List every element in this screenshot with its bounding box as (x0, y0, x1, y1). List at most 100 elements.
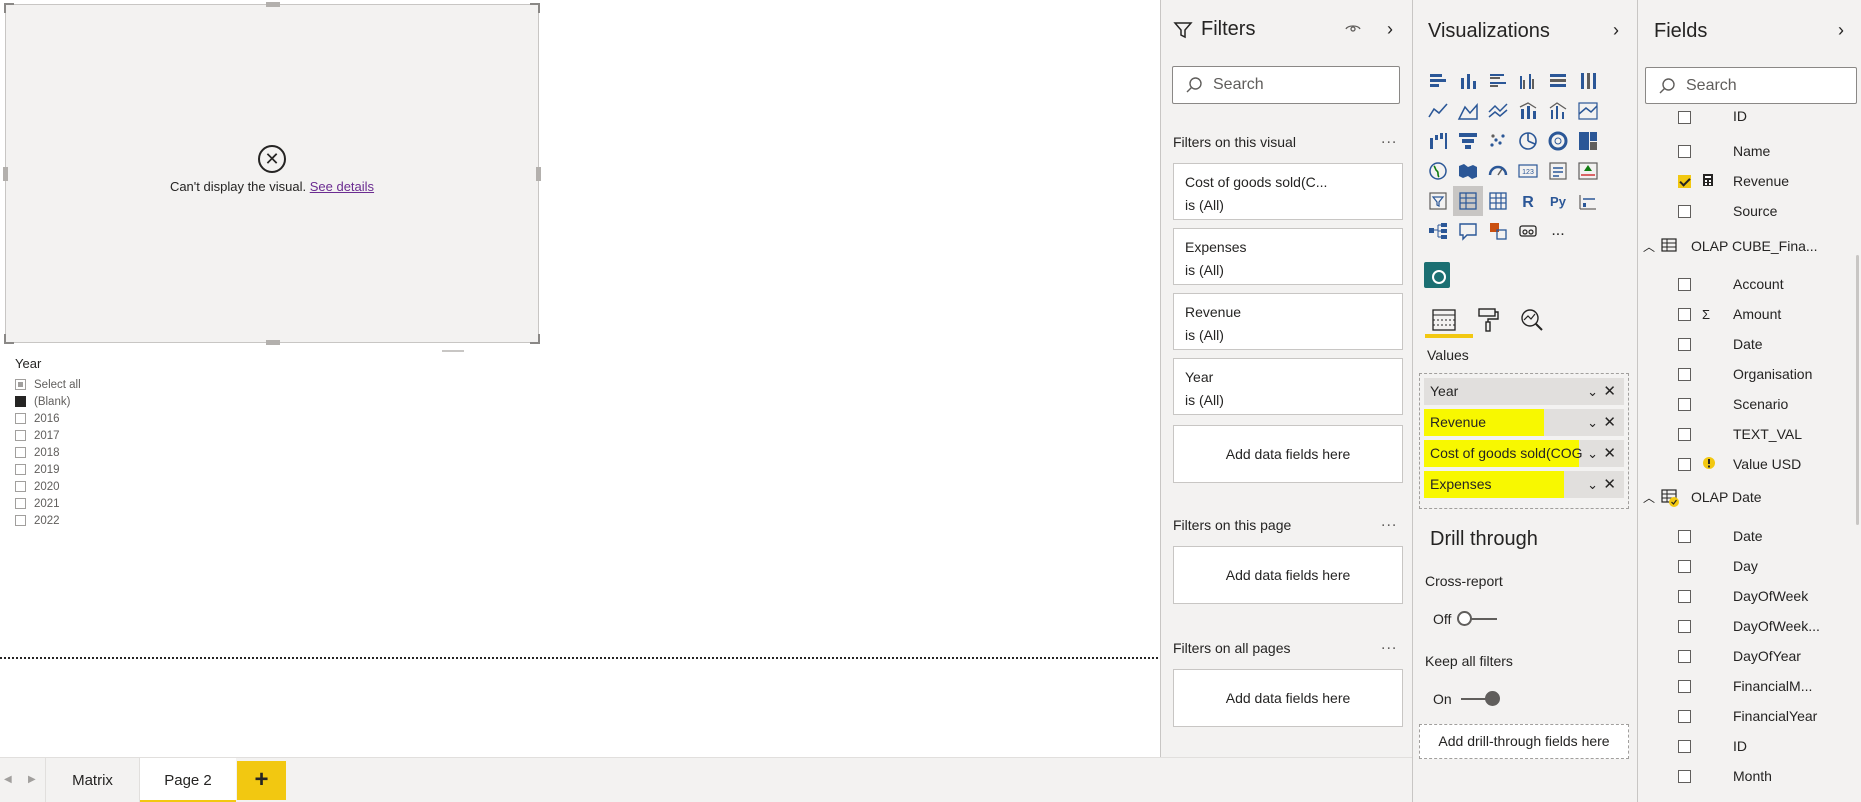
drill-through-drop-zone[interactable]: Add drill-through fields here (1419, 724, 1629, 759)
add-page-button[interactable]: + (237, 761, 286, 800)
checkbox-icon[interactable] (1678, 457, 1691, 471)
field-item-name[interactable]: Name (1678, 139, 1770, 163)
field-item-amount[interactable]: Σ Amount (1678, 302, 1781, 326)
line-and-stacked-column-chart-icon[interactable] (1513, 96, 1543, 126)
field-item-financialm[interactable]: FinancialM... (1678, 674, 1812, 698)
field-item-month[interactable]: Month (1678, 764, 1772, 788)
stacked-bar-chart-icon[interactable] (1423, 66, 1453, 96)
ribbon-chart-icon[interactable] (1573, 96, 1603, 126)
field-item-date[interactable]: Date (1678, 332, 1763, 356)
values-pill-expenses[interactable]: Expenses ⌄ ✕ (1424, 471, 1624, 498)
field-item-id[interactable]: ID (1678, 110, 1747, 124)
tab-matrix[interactable]: Matrix (45, 758, 140, 802)
eye-icon[interactable] (1345, 22, 1361, 38)
values-pill-year[interactable]: Year ⌄ ✕ (1424, 378, 1624, 405)
funnel-chart-icon[interactable] (1453, 126, 1483, 156)
slicer-item[interactable]: Select all (15, 376, 81, 393)
gauge-icon[interactable] (1483, 156, 1513, 186)
checkbox-icon[interactable] (1678, 144, 1691, 158)
field-item-revenue[interactable]: Revenue (1678, 169, 1789, 193)
cross-report-toggle-knob[interactable] (1457, 611, 1472, 626)
kpi-icon[interactable] (1573, 156, 1603, 186)
field-item-day[interactable]: Day (1678, 554, 1758, 578)
next-page-arrow-icon[interactable]: ▶ (28, 774, 36, 785)
checkbox-icon[interactable] (1678, 307, 1691, 321)
field-item-value-usd[interactable]: Value USD (1678, 452, 1801, 476)
checkbox-icon[interactable] (1678, 709, 1691, 723)
field-item-id[interactable]: ID (1678, 734, 1747, 758)
clustered-bar-chart-icon[interactable] (1483, 66, 1513, 96)
area-chart-icon[interactable] (1453, 96, 1483, 126)
chevron-down-icon[interactable]: ⌄ (1587, 378, 1598, 405)
field-item-organisation[interactable]: Organisation (1678, 362, 1812, 386)
filters-search-input[interactable]: Search (1172, 66, 1400, 104)
all-pages-filters-drop-zone[interactable]: Add data fields here (1173, 669, 1403, 727)
paginated-report-icon[interactable] (1513, 216, 1543, 246)
resize-corner-bl[interactable] (4, 334, 14, 344)
more-options-icon[interactable]: ... (1381, 130, 1397, 148)
checkbox-icon[interactable] (1678, 204, 1691, 218)
values-field-well[interactable]: Year ⌄ ✕ Revenue ⌄ ✕ Cost of goods sold(… (1419, 373, 1629, 509)
collapse-fields-chevron-icon[interactable]: › (1838, 20, 1844, 41)
remove-field-x-icon[interactable]: ✕ (1603, 440, 1616, 467)
field-item-dayofweek-2[interactable]: DayOfWeek... (1678, 614, 1820, 638)
waterfall-chart-icon[interactable] (1423, 126, 1453, 156)
field-item-dayofweek[interactable]: DayOfWeek (1678, 584, 1808, 608)
checkbox-icon[interactable] (1678, 529, 1691, 543)
qa-visual-icon[interactable] (1453, 216, 1483, 246)
slicer-item[interactable]: 2021 (15, 495, 81, 512)
resize-corner-tl[interactable] (4, 3, 14, 13)
checkbox-icon[interactable] (1678, 427, 1691, 441)
values-pill-revenue[interactable]: Revenue ⌄ ✕ (1424, 409, 1624, 436)
clustered-column-chart-icon[interactable] (1513, 66, 1543, 96)
chevron-down-icon[interactable]: ⌄ (1587, 409, 1598, 436)
analytics-magnifier-icon[interactable] (1512, 300, 1552, 340)
collapse-caret-icon[interactable]: ︿ (1643, 238, 1661, 255)
field-item-source[interactable]: Source (1678, 199, 1777, 223)
slicer-item[interactable]: 2022 (15, 512, 81, 529)
slicer-item[interactable]: (Blank) (15, 393, 81, 410)
collapse-visualizations-chevron-icon[interactable]: › (1613, 20, 1619, 41)
checkbox-icon[interactable] (15, 396, 26, 407)
slicer-item[interactable]: 2018 (15, 444, 81, 461)
line-and-clustered-column-chart-icon[interactable] (1543, 96, 1573, 126)
checkbox-icon[interactable] (1678, 679, 1691, 693)
more-options-icon[interactable]: ... (1381, 513, 1397, 531)
remove-field-x-icon[interactable]: ✕ (1603, 378, 1616, 405)
custom-visual-icon[interactable] (1424, 262, 1450, 288)
field-item-text-val[interactable]: TEXT_VAL (1678, 422, 1802, 446)
filled-map-icon[interactable] (1453, 156, 1483, 186)
checked-checkbox-icon[interactable] (1678, 174, 1691, 188)
chevron-down-icon[interactable]: ⌄ (1587, 440, 1598, 467)
slicer-item[interactable]: 2017 (15, 427, 81, 444)
field-item-date[interactable]: Date (1678, 524, 1763, 548)
see-details-link[interactable]: See details (310, 179, 374, 194)
resize-corner-br[interactable] (530, 334, 540, 344)
map-icon[interactable] (1423, 156, 1453, 186)
matrix-icon[interactable] (1483, 186, 1513, 216)
filter-card-cogs[interactable]: Cost of goods sold(C... is (All) (1173, 163, 1403, 220)
100-stacked-bar-chart-icon[interactable] (1543, 66, 1573, 96)
chevron-down-icon[interactable]: ⌄ (1587, 471, 1598, 498)
filter-card-expenses[interactable]: Expenses is (All) (1173, 228, 1403, 285)
visual-filters-drop-zone[interactable]: Add data fields here (1173, 425, 1403, 483)
python-visual-icon[interactable]: Py (1543, 186, 1573, 216)
checkbox-icon[interactable] (15, 413, 26, 424)
key-influencers-icon[interactable] (1573, 186, 1603, 216)
scatter-chart-icon[interactable] (1483, 126, 1513, 156)
tab-page-2[interactable]: Page 2 (140, 758, 236, 802)
slicer-item[interactable]: 2016 (15, 410, 81, 427)
multi-row-card-icon[interactable] (1543, 156, 1573, 186)
checkbox-icon[interactable] (15, 498, 26, 509)
field-item-financialyear[interactable]: FinancialYear (1678, 704, 1817, 728)
line-chart-icon[interactable] (1423, 96, 1453, 126)
fields-scrollbar[interactable] (1856, 255, 1859, 525)
slicer-icon[interactable] (1423, 186, 1453, 216)
year-slicer[interactable]: Year Select all (Blank) 2016 2017 2018 2… (15, 356, 81, 529)
checkbox-icon[interactable] (15, 379, 26, 390)
page-filters-drop-zone[interactable]: Add data fields here (1173, 546, 1403, 604)
table-olap-cube[interactable]: ︿ OLAP CUBE_Fina... (1643, 234, 1818, 258)
treemap-icon[interactable] (1573, 126, 1603, 156)
filter-card-revenue[interactable]: Revenue is (All) (1173, 293, 1403, 350)
slicer-grip-handle[interactable] (442, 350, 464, 352)
